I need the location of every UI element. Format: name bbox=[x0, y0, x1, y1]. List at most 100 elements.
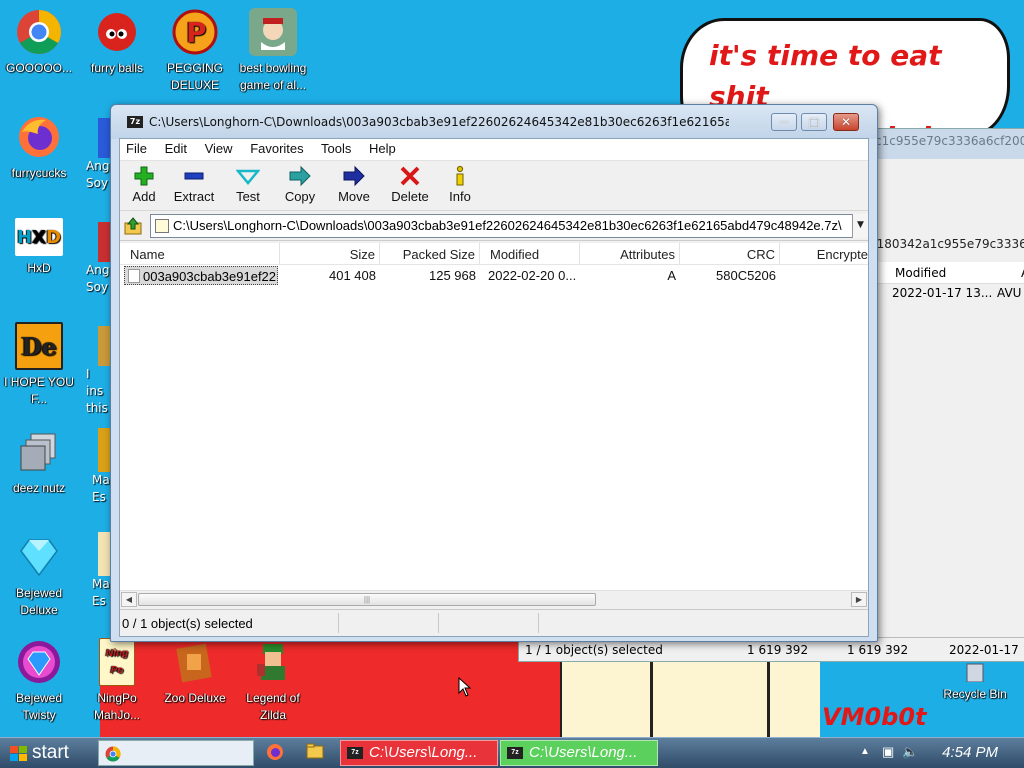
menu-view[interactable]: View bbox=[205, 141, 233, 156]
taskbar-7zip-task-1[interactable]: 7z C:\Users\Long... bbox=[340, 740, 498, 766]
maximize-button[interactable]: □ bbox=[801, 113, 827, 131]
desktop-icon-deez-nutz[interactable]: deez nutz bbox=[1, 428, 77, 497]
test-icon bbox=[224, 163, 272, 189]
taskbar-chrome-tab[interactable] bbox=[98, 740, 254, 766]
desktop-icon-bowling[interactable]: best bowling game of al... bbox=[235, 8, 311, 94]
taskbar-clock[interactable]: 4:54 PM bbox=[942, 744, 998, 761]
angry-birds-icon bbox=[98, 222, 110, 262]
gem-icon bbox=[15, 533, 63, 581]
address-text: C:\Users\Longhorn-C\Downloads\003a903cba… bbox=[173, 218, 842, 233]
move-button[interactable]: Move bbox=[328, 163, 380, 210]
7zip-app-icon: 7z bbox=[507, 747, 523, 759]
desktop-icon-ningpo-mahjong[interactable]: Ning Po NingPo MahJo... bbox=[79, 638, 155, 724]
desktop-icon-partial-angry-1[interactable]: Angr Soy bbox=[86, 118, 110, 192]
file-list[interactable]: Name Size Packed Size Modified Attribute… bbox=[120, 243, 868, 608]
add-icon bbox=[124, 163, 164, 189]
info-icon bbox=[440, 163, 480, 189]
volume-icon[interactable]: 🔈 bbox=[902, 744, 918, 760]
toolbar: Add Extract Test Copy Move Delete Info bbox=[120, 161, 868, 211]
add-button[interactable]: Add bbox=[124, 163, 164, 210]
menu-edit[interactable]: Edit bbox=[165, 141, 187, 156]
hxd-icon: HXD bbox=[15, 218, 63, 256]
horizontal-scrollbar[interactable]: ◀ ||| ▶ bbox=[120, 590, 868, 608]
extract-button[interactable]: Extract bbox=[168, 163, 220, 210]
copy-button[interactable]: Copy bbox=[276, 163, 324, 210]
window-client-area: File Edit View Favorites Tools Help Add … bbox=[119, 138, 869, 637]
column-name[interactable]: Name bbox=[120, 243, 280, 265]
zelda-icon bbox=[249, 638, 297, 686]
start-button[interactable]: start bbox=[4, 741, 90, 766]
desktop-icon-partial-mahjong-1[interactable]: Ma Es bbox=[92, 428, 110, 506]
column-attributes[interactable]: Attributes bbox=[580, 243, 680, 265]
column-modified[interactable]: Modified bbox=[480, 243, 580, 265]
minimize-button[interactable]: ─ bbox=[771, 113, 797, 131]
taskbar-explorer-button[interactable] bbox=[306, 743, 326, 763]
desktop-icon-chrome[interactable]: GOOOOO... bbox=[1, 8, 77, 77]
menu-favorites[interactable]: Favorites bbox=[250, 141, 303, 156]
mahjong-tile-icon bbox=[98, 532, 110, 576]
chevron-down-icon: ▼ bbox=[857, 220, 864, 230]
desktop-icon-bejeweled-twist[interactable]: Bejewed Twisty bbox=[1, 638, 77, 724]
tray-expand-icon[interactable]: ▲ bbox=[860, 746, 870, 757]
info-button[interactable]: Info bbox=[440, 163, 480, 210]
menu-help[interactable]: Help bbox=[369, 141, 396, 156]
row-packed-size: 125 968 bbox=[429, 268, 476, 283]
title-bar[interactable]: 7z C:\Users\Longhorn-C\Downloads\003a903… bbox=[111, 105, 877, 139]
installer-icon bbox=[98, 326, 110, 366]
chrome-icon bbox=[105, 746, 121, 762]
minimize-icon: ─ bbox=[780, 115, 788, 129]
firefox-icon bbox=[15, 113, 63, 161]
scroll-thumb[interactable]: ||| bbox=[138, 593, 596, 606]
desktop-icon-partial-angry-2[interactable]: Angr Soy bbox=[86, 222, 110, 296]
de-icon: De bbox=[15, 322, 63, 370]
close-button[interactable]: ✕ bbox=[833, 113, 859, 131]
7zip-app-icon[interactable]: 7z bbox=[127, 116, 143, 128]
move-icon bbox=[328, 163, 380, 189]
test-button[interactable]: Test bbox=[224, 163, 272, 210]
taskbar-firefox-button[interactable] bbox=[266, 743, 286, 763]
recycle-bin-icon bbox=[951, 660, 999, 682]
column-packed-size[interactable]: Packed Size bbox=[380, 243, 480, 265]
desktop-icon-hxd[interactable]: HXD HxD bbox=[1, 218, 77, 277]
status-selected: 0 / 1 object(s) selected bbox=[122, 616, 253, 631]
7zip-window[interactable]: 7z C:\Users\Longhorn-C\Downloads\003a903… bbox=[110, 104, 878, 642]
arrow-left-icon: ◀ bbox=[125, 595, 133, 604]
row-attributes: A bbox=[667, 268, 676, 283]
desktop-icon-partial-mahjong-2[interactable]: Ma Es bbox=[92, 532, 110, 610]
desktop-icon-legend-of-zilda[interactable]: Legend of Zilda bbox=[235, 638, 311, 724]
start-label: start bbox=[32, 742, 69, 763]
desktop-icon-recycle-bin[interactable]: Recycle Bin bbox=[937, 660, 1013, 703]
bg-col-modified: Modified bbox=[895, 266, 947, 280]
address-dropdown-button[interactable]: ▼ bbox=[852, 214, 868, 238]
status-divider bbox=[438, 613, 439, 633]
network-icon[interactable]: ▣ bbox=[882, 744, 894, 760]
scroll-left-button[interactable]: ◀ bbox=[121, 592, 137, 607]
pegging-icon: P bbox=[171, 8, 219, 56]
desktop-icon-firefox[interactable]: furrycucks bbox=[1, 113, 77, 182]
copy-icon bbox=[276, 163, 324, 189]
menu-tools[interactable]: Tools bbox=[321, 141, 351, 156]
row-crc: 580C5206 bbox=[716, 268, 776, 283]
desktop-icon-furry-balls[interactable]: furry balls bbox=[79, 8, 155, 77]
column-size[interactable]: Size bbox=[280, 243, 380, 265]
desktop-icon-de[interactable]: De I HOPE YOU F... bbox=[1, 322, 77, 408]
column-encrypted[interactable]: Encrypte bbox=[780, 243, 870, 265]
desktop-icon-partial-installer[interactable]: I ins this bbox=[86, 326, 110, 417]
taskbar-7zip-task-2[interactable]: 7z C:\Users\Long... bbox=[500, 740, 658, 766]
row-name[interactable]: 003a903cbab3e91ef22... bbox=[124, 266, 278, 285]
column-crc[interactable]: CRC bbox=[680, 243, 780, 265]
furry-ball-icon bbox=[93, 8, 141, 56]
table-row[interactable]: 003a903cbab3e91ef22... 401 408 125 968 2… bbox=[120, 265, 868, 287]
row-modified: 2022-02-20 0... bbox=[488, 268, 577, 283]
desktop-icon-pegging[interactable]: P PEGGING DELUXE bbox=[157, 8, 233, 94]
bg-row-next: AVU bbox=[997, 286, 1022, 300]
system-tray: ▲ ▣ 🔈 bbox=[854, 738, 1024, 768]
menu-file[interactable]: File bbox=[126, 141, 147, 156]
scroll-right-button[interactable]: ▶ bbox=[851, 592, 867, 607]
address-input[interactable]: C:\Users\Longhorn-C\Downloads\003a903cba… bbox=[150, 214, 868, 238]
up-folder-button[interactable] bbox=[123, 217, 143, 235]
desktop-icon-zoo-deluxe[interactable]: Zoo Deluxe bbox=[157, 638, 233, 707]
desktop-icon-bejeweled-deluxe[interactable]: Bejewed Deluxe bbox=[1, 533, 77, 619]
wallpaper-watermark: VM0b0t bbox=[822, 703, 927, 731]
delete-button[interactable]: Delete bbox=[384, 163, 436, 210]
